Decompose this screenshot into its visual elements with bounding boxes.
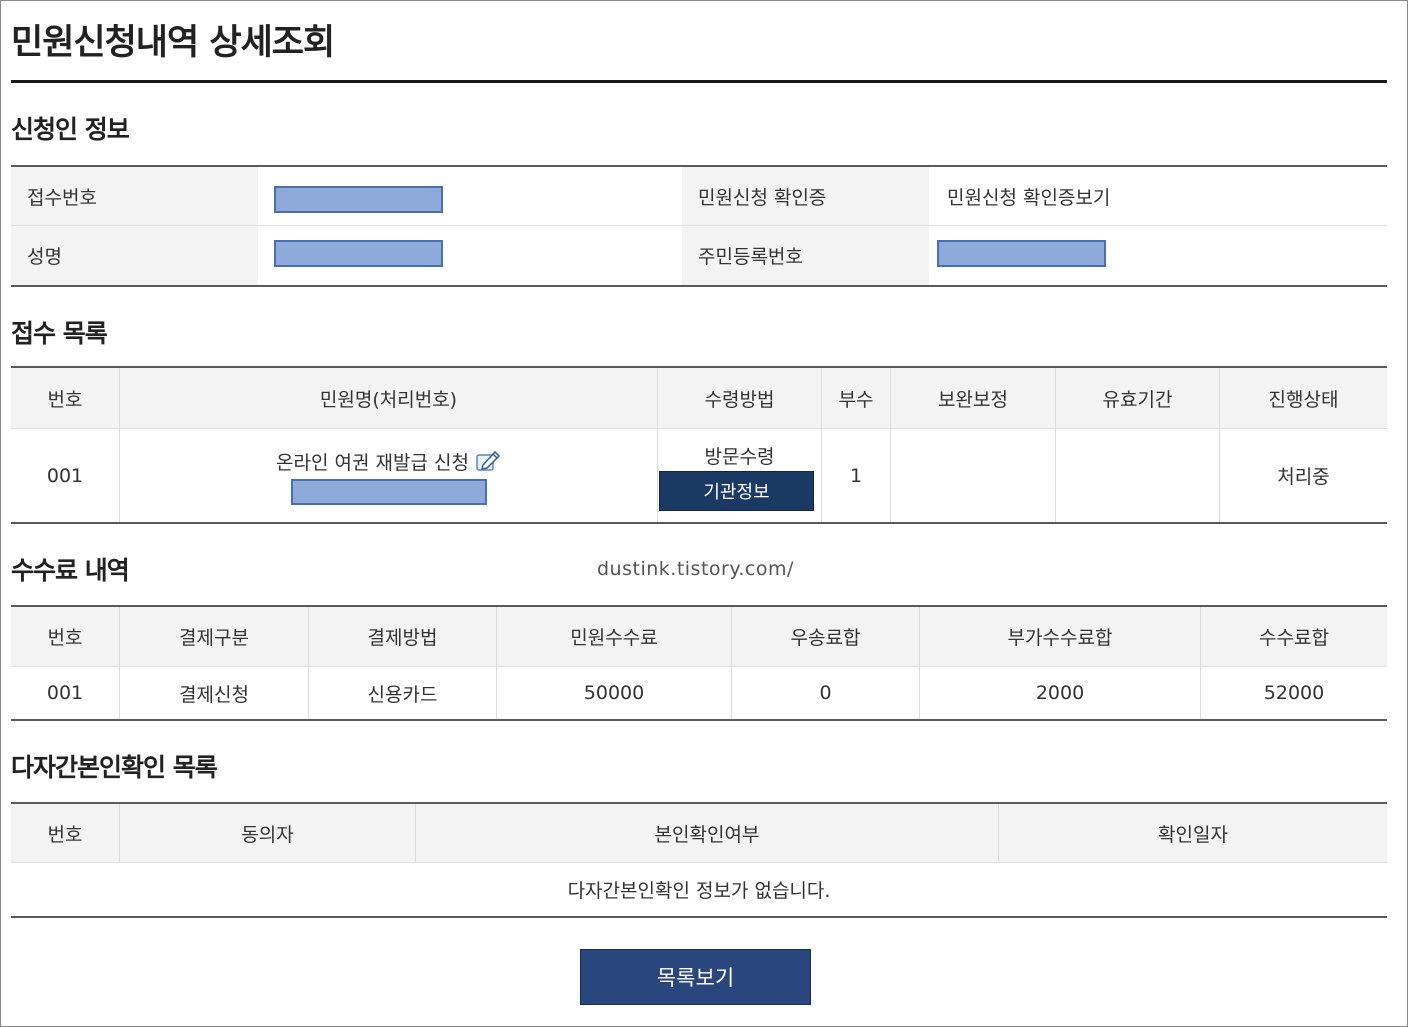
table-bottom-rule [11,719,1387,721]
identity-section-title: 다자간본인확인 목록 [11,753,218,782]
col-header-name: 민원명(처리번호) [319,388,458,411]
col-header-supplement: 보완보정 [938,388,1008,411]
fee-col-header-payment-method: 결제방법 [367,627,438,649]
col-header-copies: 부수 [838,388,874,411]
row-no: 001 [46,464,84,487]
edit-note-icon[interactable] [475,449,501,473]
fee-row-no: 001 [46,682,84,704]
civil-petition-name[interactable]: 온라인 여권 재발급 신청 [276,448,469,475]
col-header-status: 진행상태 [1268,388,1339,411]
agency-info-button[interactable]: 기관정보 [659,471,814,511]
receipt-no-redacted [274,186,443,213]
identity-table: 번호 동의자 본인확인여부 확인일자 다자간본인확인 정보가 없습니다. [11,802,1387,920]
resident-no-redacted [937,240,1106,267]
resident-no-label: 주민등록번호 [682,226,929,285]
supplement [891,429,1055,522]
identity-col-header-consenter: 동의자 [241,823,294,846]
page-title: 민원신청내역 상세조회 [11,23,335,63]
identity-col-header-verified: 본인확인여부 [654,823,760,846]
table-bottom-rule [11,522,1387,524]
certificate-label: 민원신청 확인증 [682,167,929,225]
col-header-validity: 유효기간 [1102,388,1173,411]
fee-row-extra-fee: 2000 [1035,682,1085,704]
receipt-no-label: 접수번호 [11,167,258,225]
name-redacted [274,240,443,267]
col-separator [998,804,999,862]
identity-empty-message: 다자간본인확인 정보가 없습니다. [567,880,831,902]
copies: 1 [849,464,863,487]
col-header-receive-method: 수령방법 [704,388,775,411]
fee-row-total: 52000 [1263,682,1325,704]
certificate-view-link[interactable]: 민원신청 확인증보기 [931,167,1231,225]
fee-col-header-payment-type: 결제구분 [179,627,249,649]
table-bottom-rule [11,285,1387,287]
fee-col-header-total: 수수료합 [1259,627,1329,649]
title-divider [11,80,1387,83]
status: 처리중 [1277,466,1330,488]
civil-petition-name-cell: 온라인 여권 재발급 신청 [120,446,657,476]
fee-section-title: 수수료 내역 [11,556,130,585]
watermark-text: dustink.tistory.com/ [597,558,794,580]
applicant-info-table: 접수번호 민원신청 확인증 민원신청 확인증보기 성명 주민등록번호 [11,165,1387,289]
fee-col-header-civil-fee: 민원수수료 [570,627,658,649]
fee-table: 번호 결제구분 결제방법 민원수수료 우송료합 부가수수료합 수수료합 001 … [11,605,1387,723]
fee-col-header-extra-fee: 부가수수료합 [1007,627,1113,649]
fee-row-payment-method: 신용카드 [367,683,438,706]
col-header-no: 번호 [47,388,83,411]
validity [1056,429,1219,522]
applicant-section-title: 신청인 정보 [11,115,130,144]
identity-col-header-no: 번호 [47,823,83,846]
receipt-list-table: 번호 민원명(처리번호) 수령방법 부수 보완보정 유효기간 진행상태 001 … [11,366,1387,526]
fee-row-payment-type: 결제신청 [179,683,249,706]
fee-row-civil-fee: 50000 [583,682,645,704]
receive-method: 방문수령 [704,445,775,468]
col-separator [119,804,120,862]
fee-col-header-no: 번호 [47,627,83,649]
name-label: 성명 [11,226,258,285]
table-bottom-rule [11,916,1387,918]
list-view-button[interactable]: 목록보기 [580,949,811,1005]
col-separator [119,368,120,522]
page-frame: 민원신청내역 상세조회 신청인 정보 접수번호 민원신청 확인증 민원신청 확인… [0,0,1408,1027]
fee-row-postage: 0 [819,682,832,704]
fee-col-header-postage: 우송료합 [790,627,861,649]
process-no-redacted [291,479,487,505]
receipt-list-section-title: 접수 목록 [11,319,108,348]
col-separator [415,804,416,862]
identity-col-header-date: 확인일자 [1158,823,1228,846]
